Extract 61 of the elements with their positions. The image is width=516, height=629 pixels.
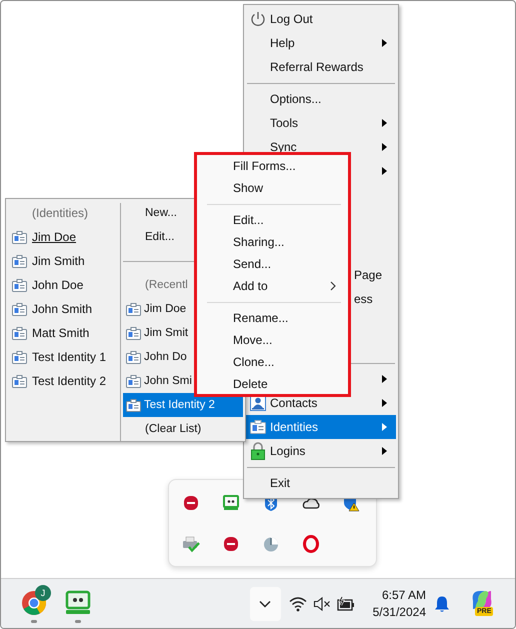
menu-item[interactable]: Logins xyxy=(246,439,396,463)
show-hidden-icons-button[interactable] xyxy=(250,586,281,620)
identity-card-icon xyxy=(126,374,141,388)
menu-item[interactable]: Edit... xyxy=(197,209,348,231)
identity-card-icon xyxy=(12,302,27,316)
menu-item[interactable]: Sharing... xyxy=(197,231,348,253)
identity-card-icon xyxy=(12,374,27,388)
clock-time: 6:57 AM xyxy=(382,586,426,604)
menu-item[interactable]: Help xyxy=(246,31,396,55)
lock-icon xyxy=(250,442,266,460)
profile-badge: J xyxy=(35,585,51,601)
running-indicator xyxy=(31,620,37,623)
menu-item[interactable]: John Doe xyxy=(6,273,120,297)
stop-sign-icon[interactable] xyxy=(182,494,200,512)
clock-date: 5/31/2024 xyxy=(372,604,426,620)
menu-item[interactable]: Matt Smith xyxy=(6,321,120,345)
identity-card-icon xyxy=(12,254,27,268)
section-header: (Identities) xyxy=(31,205,90,222)
menu-item[interactable]: Identities xyxy=(246,415,396,439)
identity-card-icon xyxy=(12,326,27,340)
menu-item[interactable]: Show xyxy=(197,177,348,199)
menu-item[interactable]: Exit xyxy=(246,471,396,495)
wifi-icon[interactable] xyxy=(288,596,307,612)
robot-face-icon[interactable] xyxy=(222,494,240,512)
clock[interactable]: 6:57 AM 5/31/2024 xyxy=(372,586,426,620)
identity-card-icon xyxy=(126,350,141,364)
printer-check-icon[interactable] xyxy=(182,534,200,552)
robot-face-icon[interactable] xyxy=(65,590,91,616)
identity-card-icon xyxy=(126,326,141,340)
menu-item[interactable]: (Clear List) xyxy=(123,417,243,441)
menu-item[interactable]: Send... xyxy=(197,253,348,275)
speaker-muted-icon[interactable] xyxy=(312,596,331,612)
menu-item[interactable]: Jim Smith xyxy=(6,249,120,273)
battery-charging-icon[interactable] xyxy=(336,596,355,612)
stop-sign-icon[interactable] xyxy=(222,534,240,552)
menu-item[interactable]: Referral Rewards xyxy=(246,55,396,79)
menu-item[interactable]: Test Identity 2 xyxy=(6,369,120,393)
menu-item[interactable]: Clone... xyxy=(197,351,348,373)
identity-card-icon xyxy=(126,302,141,316)
menu-item[interactable]: Test Identity 1 xyxy=(6,345,120,369)
identity-card-icon xyxy=(12,350,27,364)
menu-item[interactable]: Rename... xyxy=(197,307,348,329)
menu-item[interactable]: Move... xyxy=(197,329,348,351)
menu-item[interactable]: Add to xyxy=(197,275,348,297)
bell-icon[interactable] xyxy=(434,594,450,612)
menu-item[interactable]: Options... xyxy=(246,87,396,111)
running-indicator xyxy=(75,620,81,623)
ring-icon[interactable] xyxy=(302,534,320,552)
menu-item[interactable]: Log Out xyxy=(246,7,396,31)
menu-item[interactable]: Delete xyxy=(197,373,348,395)
gauge-icon[interactable] xyxy=(262,534,280,552)
menu-item[interactable]: Jim Doe xyxy=(6,225,120,249)
chevron-down-icon xyxy=(259,600,272,608)
identity-card-icon xyxy=(250,420,266,434)
identity-card-icon xyxy=(126,398,141,412)
menu-item[interactable]: John Smith xyxy=(6,297,120,321)
menu-item[interactable]: Test Identity 2 xyxy=(123,393,243,417)
identity-card-icon xyxy=(12,230,27,244)
identity-card-icon xyxy=(12,278,27,292)
menu-item[interactable]: Tools xyxy=(246,111,396,135)
power-icon xyxy=(250,11,266,27)
